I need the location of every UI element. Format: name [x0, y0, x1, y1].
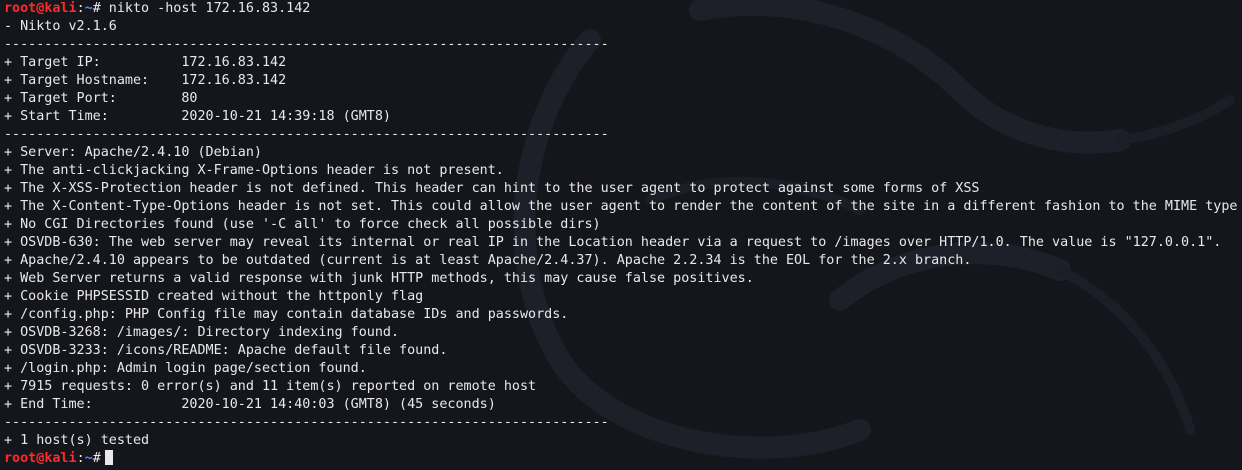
- output-line: + Server: Apache/2.4.10 (Debian): [4, 145, 262, 160]
- output-line: + OSVDB-630: The web server may reveal i…: [4, 235, 1222, 250]
- terminal-window[interactable]: root@kali:~# nikto -host 172.16.83.142 -…: [0, 0, 1242, 470]
- output-line: + OSVDB-3268: /images/: Directory indexi…: [4, 325, 400, 340]
- active-prompt-line[interactable]: root@kali:~#: [4, 450, 1237, 468]
- output-line: + Target IP: 172.16.83.142: [4, 55, 287, 70]
- output-line: + The X-XSS-Protection header is not def…: [4, 181, 980, 196]
- command-text: nikto -host 172.16.83.142: [100, 1, 311, 16]
- output-line: + The anti-clickjacking X-Frame-Options …: [4, 163, 504, 178]
- output-line: + End Time: 2020-10-21 14:40:03 (GMT8) (…: [4, 397, 496, 412]
- separator-line: ----------------------------------------…: [4, 415, 609, 430]
- prompt-separator: :: [76, 1, 85, 16]
- output-line: + No CGI Directories found (use '-C all'…: [4, 217, 601, 232]
- separator-line: ----------------------------------------…: [4, 37, 609, 52]
- text-cursor[interactable]: [104, 450, 113, 465]
- prompt-symbol: #: [92, 1, 101, 16]
- output-line: + Apache/2.4.10 appears to be outdated (…: [4, 253, 972, 268]
- output-line: + OSVDB-3233: /icons/README: Apache defa…: [4, 343, 448, 358]
- output-line: + Target Port: 80: [4, 91, 198, 106]
- prompt-symbol: #: [92, 451, 101, 466]
- output-line: - Nikto v2.1.6: [4, 19, 117, 34]
- separator-line: ----------------------------------------…: [4, 127, 609, 142]
- output-line: + /login.php: Admin login page/section f…: [4, 361, 367, 376]
- output-line: + Web Server returns a valid response wi…: [4, 271, 754, 286]
- terminal-output: root@kali:~# nikto -host 172.16.83.142 -…: [4, 0, 1237, 468]
- prompt-path: ~: [84, 451, 93, 466]
- prompt-user: root@kali: [4, 451, 77, 466]
- prompt-path: ~: [84, 1, 93, 16]
- output-line: + /config.php: PHP Config file may conta…: [4, 307, 569, 322]
- output-line: + 7915 requests: 0 error(s) and 11 item(…: [4, 379, 537, 394]
- output-line: + The X-Content-Type-Options header is n…: [4, 199, 1238, 214]
- command-line: root@kali:~# nikto -host 172.16.83.142: [4, 0, 1237, 18]
- prompt-separator: :: [76, 451, 85, 466]
- output-line: + Cookie PHPSESSID created without the h…: [4, 289, 424, 304]
- output-line: + 1 host(s) tested: [4, 433, 150, 448]
- prompt-user: root@kali: [4, 1, 77, 16]
- output-line: + Target Hostname: 172.16.83.142: [4, 73, 287, 88]
- output-line: + Start Time: 2020-10-21 14:39:18 (GMT8): [4, 109, 391, 124]
